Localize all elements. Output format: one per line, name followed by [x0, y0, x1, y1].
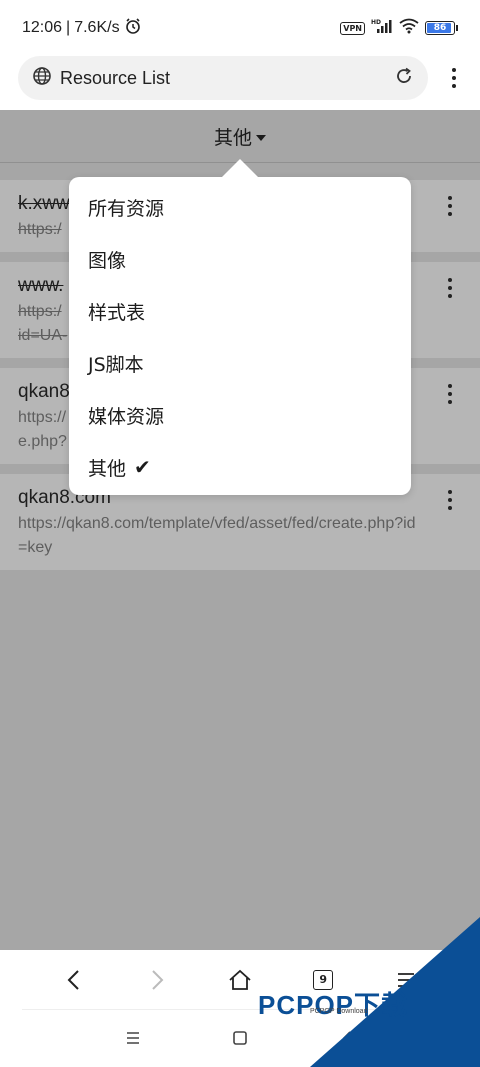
status-left: 12:06 | 7.6K/s	[22, 17, 142, 40]
back-arrow-icon	[342, 1031, 351, 1045]
dot	[452, 84, 456, 88]
item-menu-icon[interactable]	[444, 194, 456, 218]
item-menu-icon[interactable]	[444, 276, 456, 300]
menu-item-label: 其他	[88, 457, 127, 480]
battery-icon: 86	[425, 21, 455, 35]
battery-level: 86	[433, 23, 447, 33]
wifi-icon	[399, 18, 419, 38]
page-title: Resource List	[60, 67, 171, 88]
more-options-icon[interactable]	[444, 66, 464, 90]
forward-button[interactable]	[133, 956, 181, 1004]
menu-item-label: 媒体资源	[88, 405, 165, 428]
menu-item-other[interactable]: 其他 ✔	[69, 441, 411, 493]
system-home-button[interactable]	[216, 1014, 264, 1062]
recents-icon	[127, 1032, 140, 1044]
menu-item-stylesheets[interactable]: 样式表	[69, 285, 411, 337]
dot	[452, 76, 456, 80]
recents-button[interactable]	[109, 1014, 157, 1062]
menu-item-label: 所有资源	[88, 197, 165, 220]
menu-item-all-resources[interactable]: 所有资源	[69, 181, 411, 233]
signal-icon: HD	[371, 18, 393, 38]
back-button[interactable]	[50, 956, 98, 1004]
watermark-logo: PCPOP下载	[258, 990, 409, 1020]
dot	[448, 392, 452, 396]
vpn-badge: VPN	[340, 21, 365, 35]
caret-down-icon	[256, 134, 266, 141]
filter-selector[interactable]: 其他	[0, 110, 480, 163]
status-separator: |	[66, 19, 71, 36]
dot	[448, 286, 452, 290]
battery-cap	[456, 25, 458, 31]
filter-dropdown-menu: 所有资源 图像 样式表 JS脚本 媒体资源 其他 ✔	[69, 177, 411, 495]
address-bar-container: Resource List	[0, 56, 480, 110]
item-menu-icon[interactable]	[444, 382, 456, 406]
dot	[448, 498, 452, 502]
menu-item-label: 样式表	[88, 301, 146, 324]
dot	[448, 400, 452, 404]
menu-item-media[interactable]: 媒体资源	[69, 389, 411, 441]
alarm-icon	[124, 17, 142, 40]
status-bar: 12:06 | 7.6K/s VPN HD 86	[0, 0, 480, 56]
status-time: 12:06	[22, 19, 63, 36]
menu-item-images[interactable]: 图像	[69, 233, 411, 285]
address-bar[interactable]: Resource List	[18, 56, 428, 100]
menu-item-label: 图像	[88, 249, 127, 272]
home-icon	[229, 969, 251, 990]
dot	[448, 278, 452, 282]
dot	[448, 490, 452, 494]
menu-item-label: JS脚本	[88, 353, 144, 376]
dot	[448, 506, 452, 510]
chevron-right-icon	[152, 969, 164, 990]
filter-label: 其他	[213, 126, 252, 149]
checkmark-icon: ✔	[134, 455, 151, 479]
status-right: VPN HD 86	[340, 18, 458, 38]
dot	[448, 204, 452, 208]
hd-label: HD	[371, 19, 381, 26]
watermark-subtitle: PCPOP Download	[310, 1008, 368, 1015]
dot	[448, 384, 452, 388]
dropdown-arrow	[222, 159, 258, 177]
globe-icon	[32, 66, 52, 90]
menu-item-js-scripts[interactable]: JS脚本	[69, 337, 411, 389]
resource-url: https://qkan8.com/template/vfed/asset/fe…	[18, 515, 416, 556]
network-speed: 7.6K/s	[74, 19, 120, 36]
square-icon	[233, 1031, 247, 1045]
battery-indicator: 86	[425, 21, 458, 35]
reload-icon[interactable]	[394, 66, 414, 90]
item-menu-icon[interactable]	[444, 488, 456, 512]
home-button[interactable]	[216, 956, 264, 1004]
chevron-left-icon	[67, 969, 79, 990]
dot	[448, 196, 452, 200]
dot	[448, 212, 452, 216]
dot	[448, 294, 452, 298]
dot	[452, 68, 456, 72]
